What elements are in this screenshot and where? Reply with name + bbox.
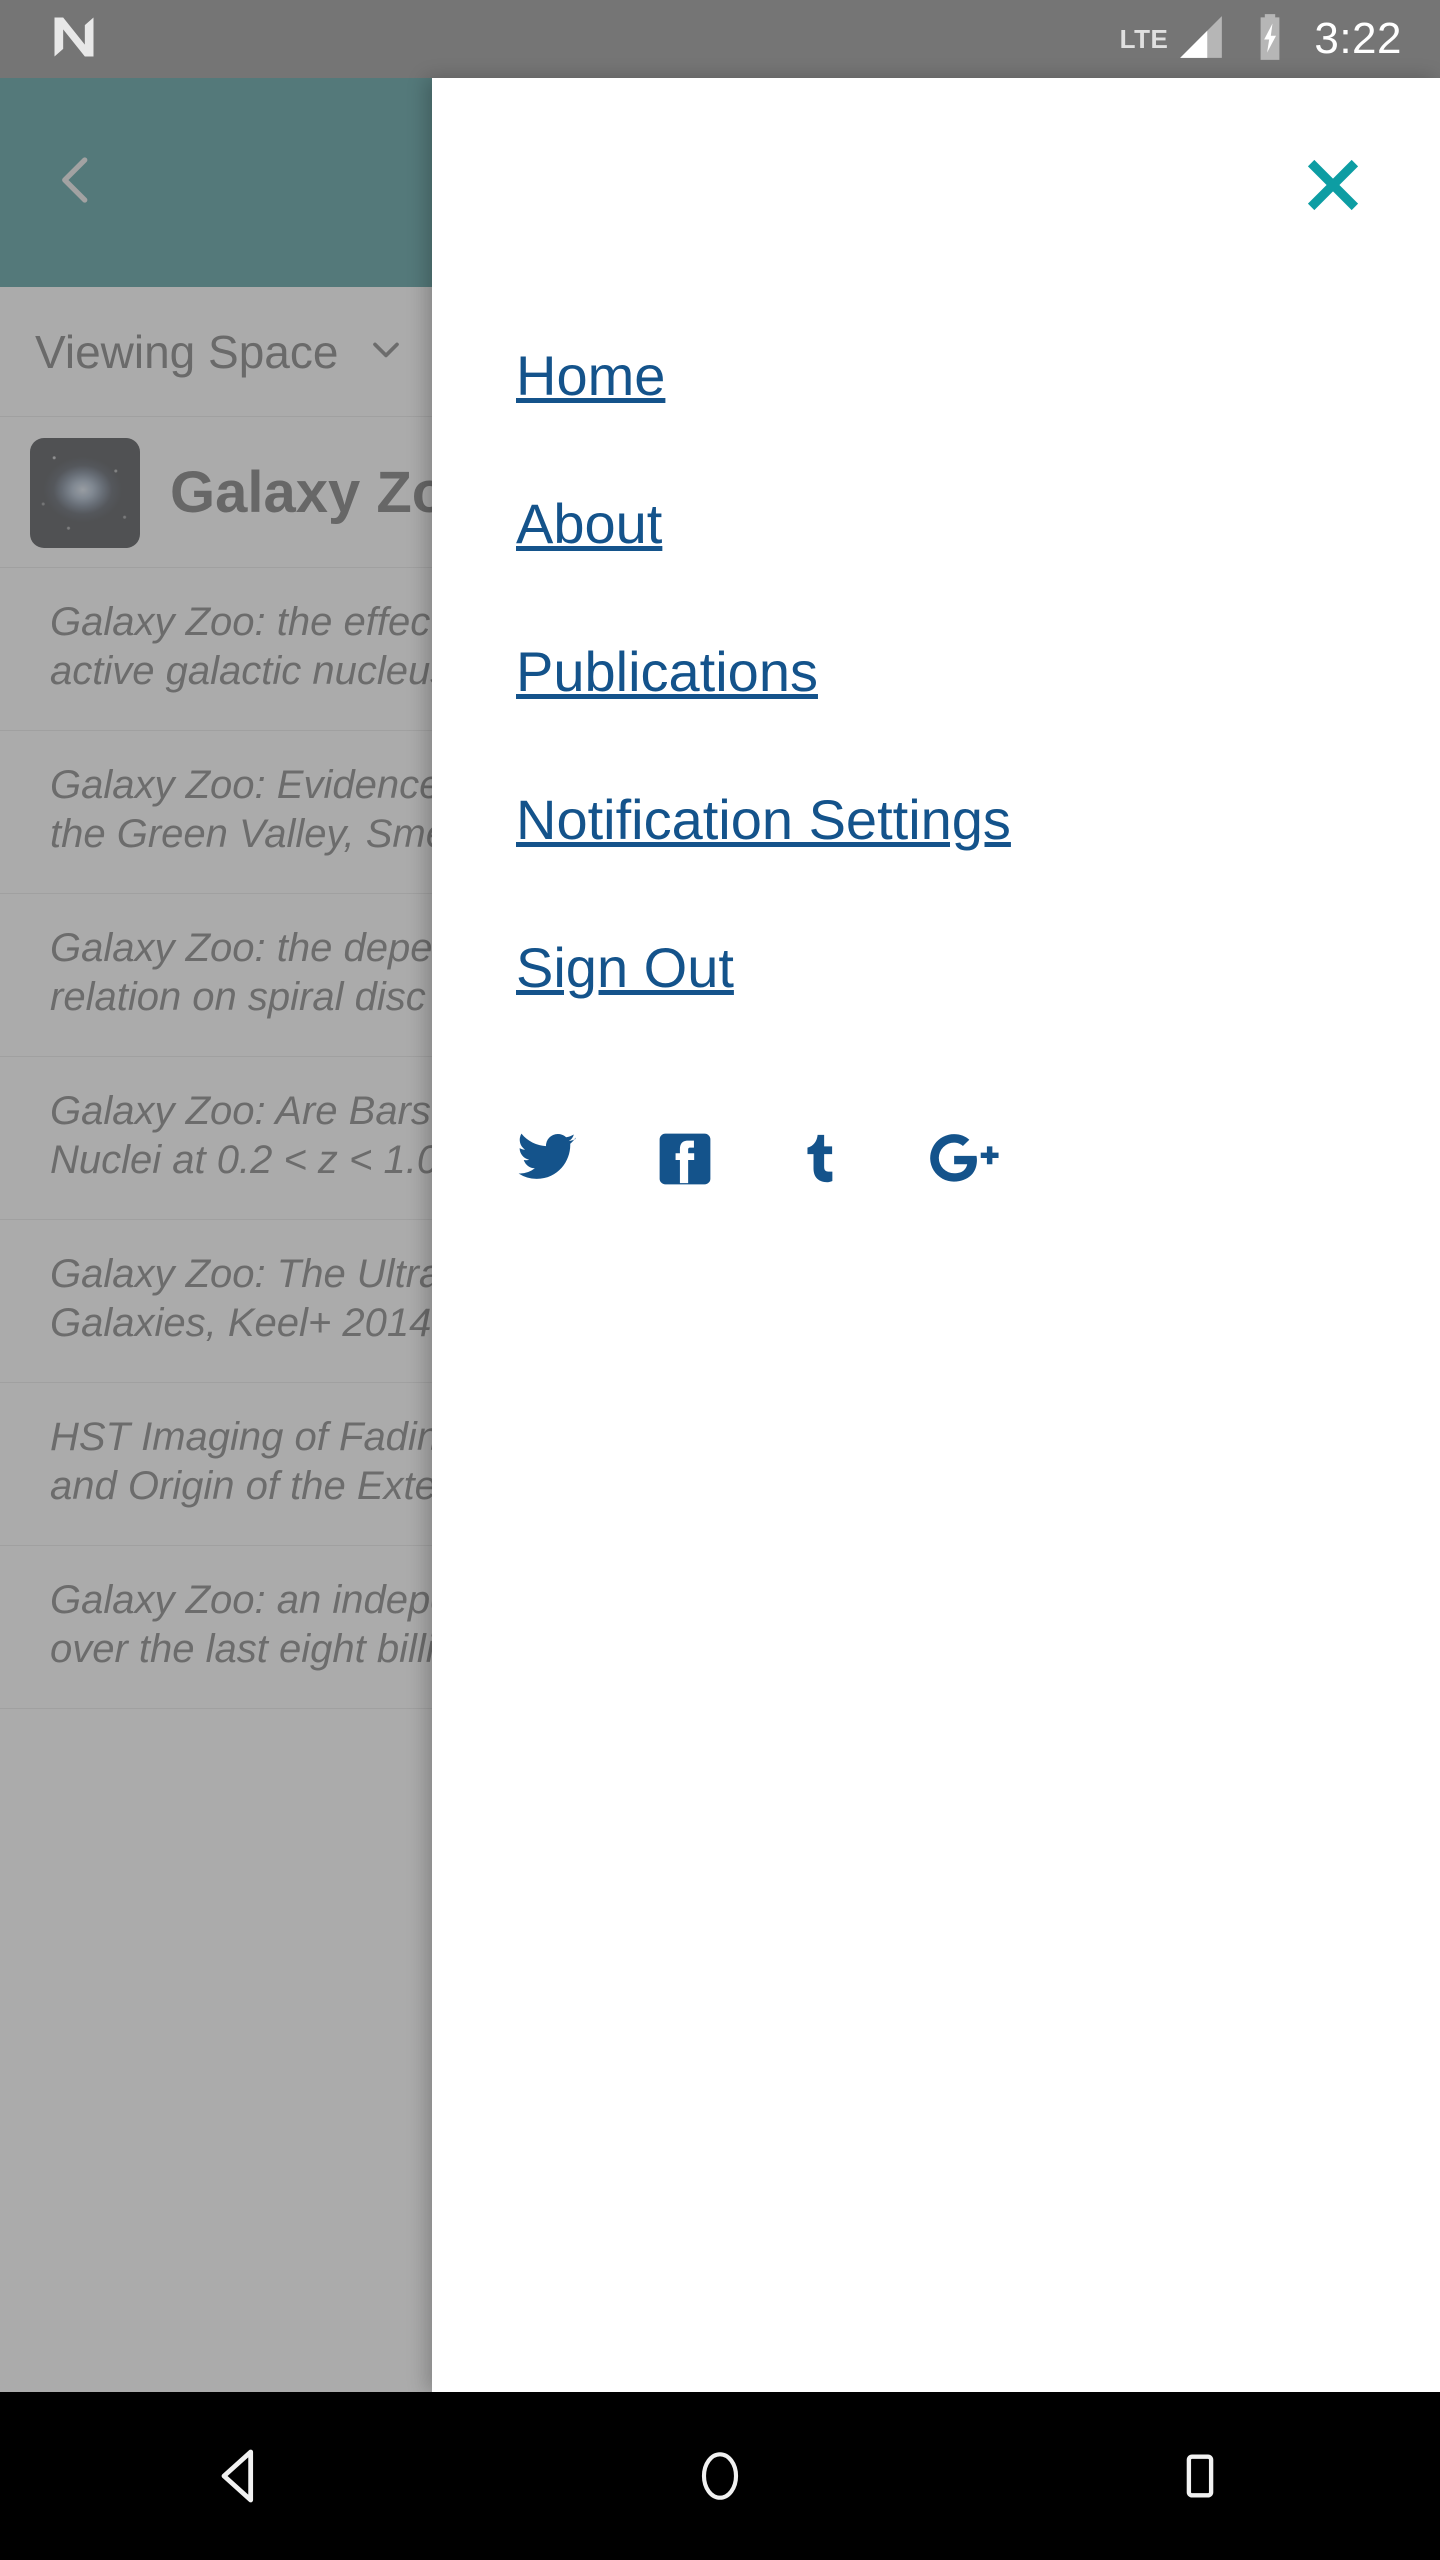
android-n-logo-icon xyxy=(48,11,100,68)
social-links-row xyxy=(516,1128,1004,1190)
menu-item-about[interactable]: About xyxy=(516,496,1440,552)
menu-item-home[interactable]: Home xyxy=(516,348,1440,404)
chevron-down-icon xyxy=(364,327,408,376)
navigation-drawer: Home About Publications Notification Set… xyxy=(432,78,1440,2392)
android-back-icon[interactable] xyxy=(160,2392,320,2560)
clock: 3:22 xyxy=(1314,14,1402,63)
android-navigation-bar xyxy=(0,2392,1440,2560)
tumblr-icon[interactable] xyxy=(792,1130,850,1188)
android-home-icon[interactable] xyxy=(640,2392,800,2560)
menu-item-publications[interactable]: Publications xyxy=(516,644,1440,700)
status-bar: LTE 3:22 xyxy=(0,0,1440,78)
android-recents-icon[interactable] xyxy=(1120,2392,1280,2560)
twitter-icon[interactable] xyxy=(516,1128,578,1190)
facebook-icon[interactable] xyxy=(656,1130,714,1188)
signal-bars-icon xyxy=(1176,12,1226,67)
menu-item-sign-out[interactable]: Sign Out xyxy=(516,940,1440,996)
battery-charging-icon xyxy=(1248,12,1292,67)
lte-label: LTE xyxy=(1119,23,1169,54)
close-x-icon[interactable] xyxy=(1288,140,1378,230)
status-bar-right: LTE 3:22 xyxy=(1120,12,1440,67)
google-plus-icon[interactable] xyxy=(928,1130,1004,1188)
phone-screen: LTE 3:22 Viewing Space Galaxy Zoo Galaxy… xyxy=(0,0,1440,2560)
chevron-left-icon[interactable] xyxy=(46,150,106,215)
drawer-menu: Home About Publications Notification Set… xyxy=(516,348,1440,1088)
menu-item-notification-settings[interactable]: Notification Settings xyxy=(516,792,1440,848)
status-bar-left xyxy=(0,11,100,68)
galaxy-thumbnail-image xyxy=(30,437,140,548)
space-selector-label: Viewing Space xyxy=(35,325,339,378)
